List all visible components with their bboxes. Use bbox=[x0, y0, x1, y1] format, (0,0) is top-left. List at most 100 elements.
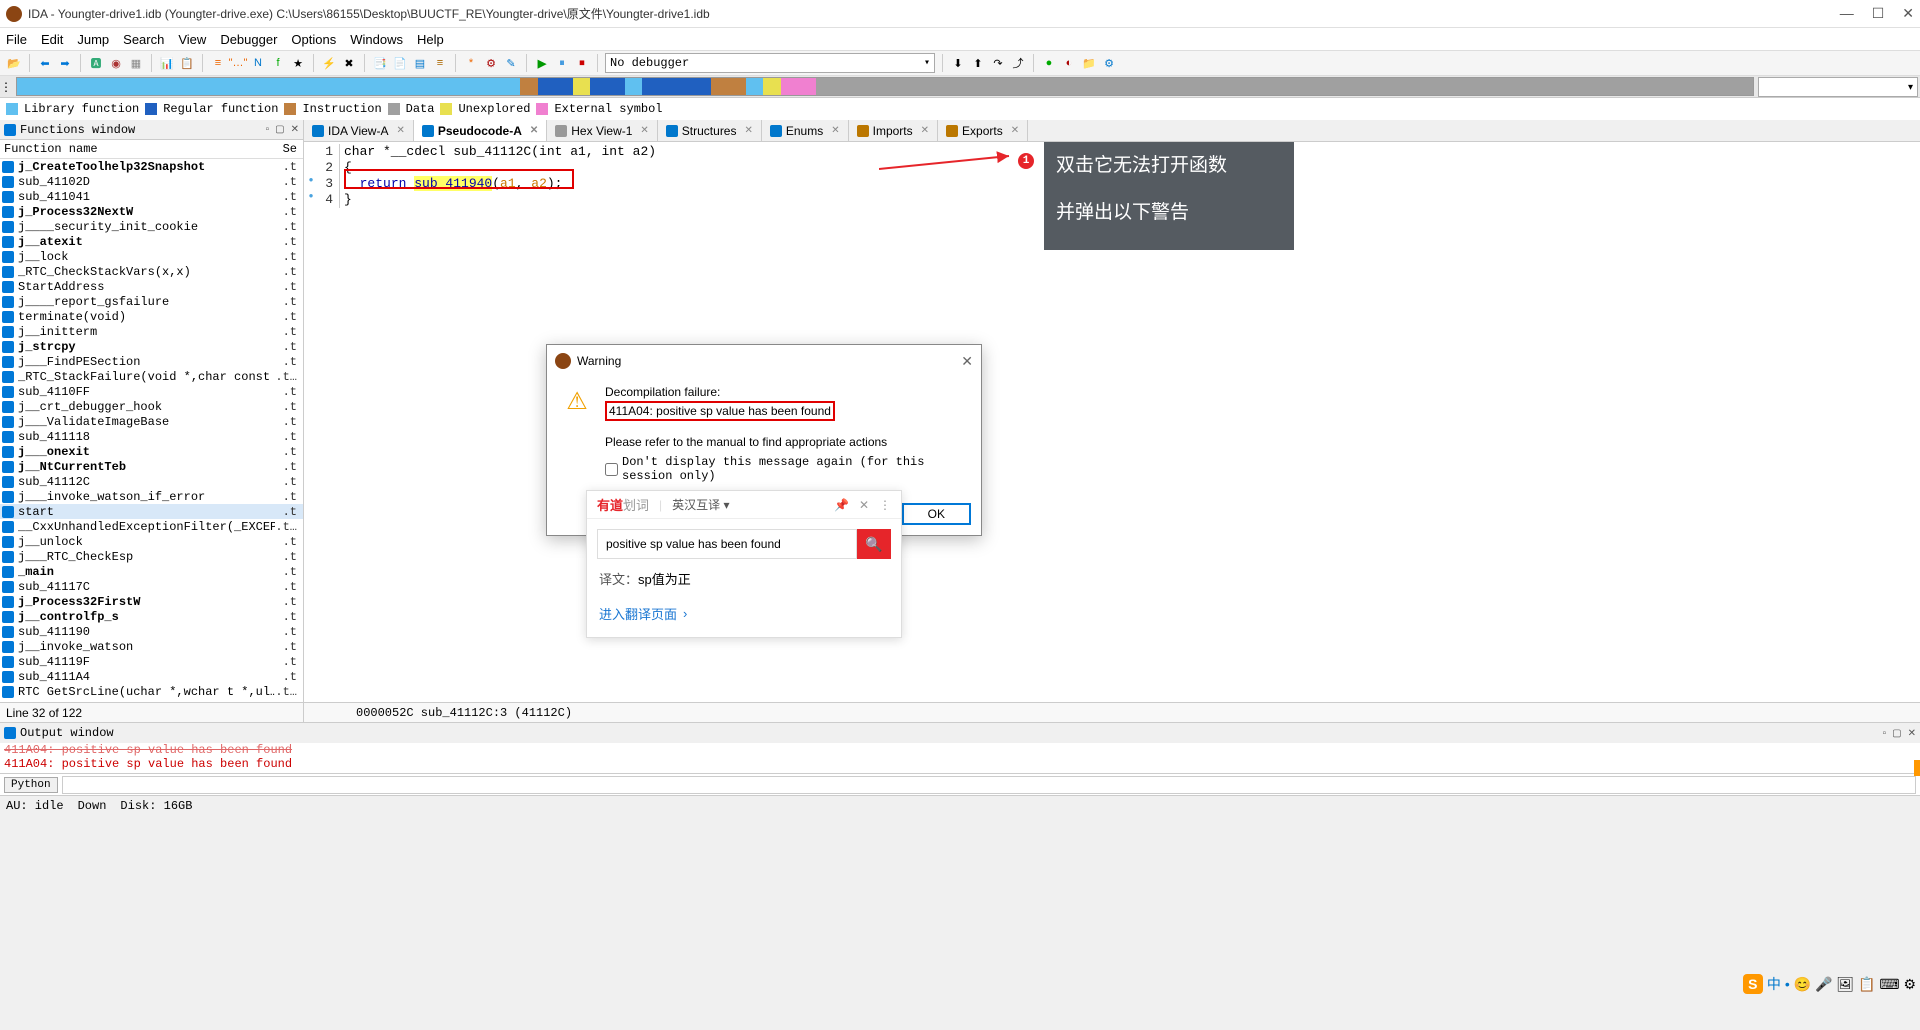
menu-help[interactable]: Help bbox=[417, 32, 444, 47]
menu-view[interactable]: View bbox=[178, 32, 206, 47]
tool-icon[interactable]: ⤴ bbox=[1010, 55, 1026, 71]
minimize-button[interactable]: — bbox=[1840, 5, 1854, 22]
ime-lang[interactable]: 中 bbox=[1767, 974, 1781, 994]
tab-exports[interactable]: Exports✕ bbox=[938, 120, 1028, 141]
tool-icon[interactable]: ⚡ bbox=[321, 55, 337, 71]
function-row[interactable]: j___FindPESection.t bbox=[0, 354, 303, 369]
function-row[interactable]: terminate(void).t bbox=[0, 309, 303, 324]
menu-search[interactable]: Search bbox=[123, 32, 164, 47]
tab-structures[interactable]: Structures✕ bbox=[658, 120, 762, 141]
function-row[interactable]: j_strcpy.t bbox=[0, 339, 303, 354]
function-row[interactable]: sub_411190.t bbox=[0, 624, 303, 639]
col-name[interactable]: Function name bbox=[0, 140, 275, 158]
tab-close-icon[interactable]: ✕ bbox=[530, 125, 538, 136]
function-row[interactable]: j___invoke_watson_if_error.t bbox=[0, 489, 303, 504]
ok-button[interactable]: OK bbox=[902, 503, 971, 525]
tool-icon[interactable]: ▤ bbox=[412, 55, 428, 71]
function-row[interactable]: sub_41117C.t bbox=[0, 579, 303, 594]
tab-close-icon[interactable]: ✕ bbox=[744, 125, 752, 136]
menu-debugger[interactable]: Debugger bbox=[220, 32, 277, 47]
tool-icon[interactable]: ⬆ bbox=[970, 55, 986, 71]
function-row[interactable]: j__initterm.t bbox=[0, 324, 303, 339]
tool-icon[interactable]: ◉ bbox=[108, 55, 124, 71]
open-icon[interactable]: 📂 bbox=[6, 55, 22, 71]
function-row[interactable]: __CxxUnhandledExceptionFilter(_EXCEP….t… bbox=[0, 519, 303, 534]
tool-icon[interactable]: ⬇ bbox=[950, 55, 966, 71]
panel-undock-icon[interactable]: ▢ bbox=[275, 124, 284, 135]
debugger-combo[interactable]: No debugger bbox=[605, 53, 935, 73]
panel-menu-icon[interactable]: ▫ bbox=[266, 124, 270, 135]
function-row[interactable]: j__lock.t bbox=[0, 249, 303, 264]
pause-icon[interactable]: ⏸ bbox=[554, 55, 570, 71]
trans-more-icon[interactable]: ⋮ bbox=[879, 498, 891, 512]
run-icon[interactable]: ▶ bbox=[534, 55, 550, 71]
sogou-icon[interactable]: S bbox=[1743, 974, 1763, 994]
tab-close-icon[interactable]: ✕ bbox=[640, 125, 648, 136]
python-toggle[interactable]: Python bbox=[4, 777, 58, 793]
tool-icon[interactable]: ≡ bbox=[210, 55, 226, 71]
tool-icon[interactable]: 📑 bbox=[372, 55, 388, 71]
col-seg[interactable]: Se bbox=[275, 140, 303, 158]
tool-icon[interactable]: ✖ bbox=[341, 55, 357, 71]
tool-icon[interactable]: ≡ bbox=[432, 55, 448, 71]
python-input[interactable] bbox=[62, 776, 1916, 794]
function-row[interactable]: j__NtCurrentTeb.t bbox=[0, 459, 303, 474]
function-row[interactable]: sub_4111A4.t bbox=[0, 669, 303, 684]
panel-undock-icon[interactable]: ▢ bbox=[1892, 728, 1901, 739]
translation-link[interactable]: 进入翻译页面› bbox=[587, 596, 901, 637]
close-button[interactable]: ✕ bbox=[1902, 5, 1914, 22]
translation-search-button[interactable]: 🔍 bbox=[857, 529, 891, 559]
function-row[interactable]: j____security_init_cookie.t bbox=[0, 219, 303, 234]
menu-windows[interactable]: Windows bbox=[350, 32, 403, 47]
function-row[interactable]: _RTC_CheckStackVars(x,x).t bbox=[0, 264, 303, 279]
dialog-checkbox[interactable] bbox=[605, 463, 618, 476]
function-row[interactable]: j__unlock.t bbox=[0, 534, 303, 549]
dialog-titlebar[interactable]: Warning ✕ bbox=[547, 345, 981, 377]
maximize-button[interactable]: ☐ bbox=[1872, 5, 1885, 22]
functions-list[interactable]: j_CreateToolhelp32Snapshot.tsub_41102D.t… bbox=[0, 159, 303, 702]
function-row[interactable]: j___ValidateImageBase.t bbox=[0, 414, 303, 429]
tool-icon[interactable]: 🅰 bbox=[88, 55, 104, 71]
output-body[interactable]: 411A04: positive sp value has been found… bbox=[0, 743, 1920, 773]
menu-edit[interactable]: Edit bbox=[41, 32, 63, 47]
tool-icon[interactable]: N bbox=[250, 55, 266, 71]
tool-icon[interactable]: 📊 bbox=[159, 55, 175, 71]
nav-handle[interactable]: ⋮ bbox=[0, 76, 14, 97]
dialog-close-icon[interactable]: ✕ bbox=[961, 353, 973, 370]
function-row[interactable]: _RTC_StackFailure(void *,char const *).t… bbox=[0, 369, 303, 384]
function-row[interactable]: sub_41102D.t bbox=[0, 174, 303, 189]
function-row[interactable]: j_CreateToolhelp32Snapshot.t bbox=[0, 159, 303, 174]
function-row[interactable]: StartAddress.t bbox=[0, 279, 303, 294]
tool-icon[interactable]: ⚙ bbox=[1101, 55, 1117, 71]
tool-icon[interactable]: 📁 bbox=[1081, 55, 1097, 71]
tool-icon[interactable]: ★ bbox=[290, 55, 306, 71]
nav-combo[interactable] bbox=[1758, 77, 1918, 97]
function-row[interactable]: sub_41119F.t bbox=[0, 654, 303, 669]
nav-overview[interactable] bbox=[16, 77, 1754, 96]
translation-mode[interactable]: 英汉互译 ▾ bbox=[672, 496, 729, 513]
menu-options[interactable]: Options bbox=[291, 32, 336, 47]
function-row[interactable]: RTC GetSrcLine(uchar *,wchar t *,ul….t… bbox=[0, 684, 303, 699]
function-row[interactable]: j__controlfp_s.t bbox=[0, 609, 303, 624]
tab-enums[interactable]: Enums✕ bbox=[762, 120, 849, 141]
function-row[interactable]: _main.t bbox=[0, 564, 303, 579]
back-icon[interactable]: ⬅ bbox=[37, 55, 53, 71]
tab-close-icon[interactable]: ✕ bbox=[1011, 125, 1019, 136]
ime-icons[interactable]: 😊 🎤 🖼 📋 ⌨ ⚙ bbox=[1794, 976, 1916, 993]
pin-icon[interactable]: 📌 bbox=[834, 498, 849, 512]
function-row[interactable]: j__atexit.t bbox=[0, 234, 303, 249]
tab-ida-view[interactable]: IDA View-A✕ bbox=[304, 120, 414, 141]
function-row[interactable]: j__crt_debugger_hook.t bbox=[0, 399, 303, 414]
function-row[interactable]: j_Process32NextW.t bbox=[0, 204, 303, 219]
tool-icon[interactable]: ↷ bbox=[990, 55, 1006, 71]
function-row[interactable]: j____report_gsfailure.t bbox=[0, 294, 303, 309]
trans-close-icon[interactable]: ✕ bbox=[859, 498, 869, 512]
function-row[interactable]: sub_4110FF.t bbox=[0, 384, 303, 399]
function-row[interactable]: sub_411041.t bbox=[0, 189, 303, 204]
tab-imports[interactable]: Imports✕ bbox=[849, 120, 938, 141]
panel-close-icon[interactable]: ✕ bbox=[1908, 728, 1916, 739]
tool-icon[interactable]: ⚙ bbox=[483, 55, 499, 71]
tool-icon[interactable]: * bbox=[463, 55, 479, 71]
tool-icon[interactable]: ◐ bbox=[1061, 55, 1077, 71]
tab-close-icon[interactable]: ✕ bbox=[831, 125, 839, 136]
